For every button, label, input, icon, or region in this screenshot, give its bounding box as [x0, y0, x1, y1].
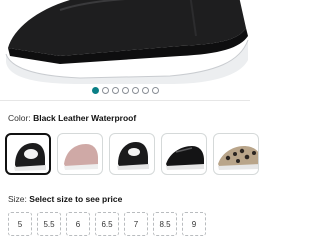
- carousel-dots: [0, 87, 250, 95]
- carousel-dot[interactable]: [151, 87, 159, 94]
- swatch-black-patent[interactable]: [161, 133, 207, 175]
- size-option[interactable]: 5: [8, 212, 32, 236]
- size-option[interactable]: 8.5: [153, 212, 177, 236]
- swatch-black-leather[interactable]: [5, 133, 51, 175]
- size-option[interactable]: 7: [124, 212, 148, 236]
- size-label: Size:: [8, 194, 27, 204]
- swatch-black-alt[interactable]: [109, 133, 155, 175]
- size-option[interactable]: 6.5: [95, 212, 119, 236]
- size-label-row: Size: Select size to see price: [8, 194, 122, 204]
- size-option[interactable]: 6: [66, 212, 90, 236]
- carousel-dot[interactable]: [111, 87, 119, 94]
- carousel-dot[interactable]: [121, 87, 129, 94]
- size-prompt: Select size to see price: [29, 194, 123, 204]
- swatch-leopard-print[interactable]: [213, 133, 259, 175]
- carousel-dot[interactable]: [141, 87, 149, 94]
- carousel-dot[interactable]: [101, 87, 109, 94]
- black-shoe-icon: [14, 143, 46, 171]
- size-option-list: 5 5.5 6 6.5 7 8.5 9: [8, 212, 206, 236]
- product-image[interactable]: [0, 0, 250, 84]
- carousel-dot[interactable]: [91, 87, 99, 94]
- color-label: Color:: [8, 113, 31, 123]
- color-swatch-list: [5, 133, 265, 175]
- color-label-row: Color: Black Leather Waterproof: [8, 113, 136, 123]
- selected-color-value: Black Leather Waterproof: [33, 113, 137, 123]
- shoe-image-icon: [5, 0, 249, 84]
- carousel-dot[interactable]: [131, 87, 139, 94]
- size-option[interactable]: 9: [182, 212, 206, 236]
- size-option[interactable]: 5.5: [37, 212, 61, 236]
- leopard-shoe-icon: [218, 146, 258, 170]
- divider: [0, 100, 250, 101]
- swatch-pink[interactable]: [57, 133, 103, 175]
- black-shoe-icon: [117, 142, 149, 170]
- pink-shoe-icon: [64, 144, 98, 170]
- black-shoe-icon: [166, 146, 204, 170]
